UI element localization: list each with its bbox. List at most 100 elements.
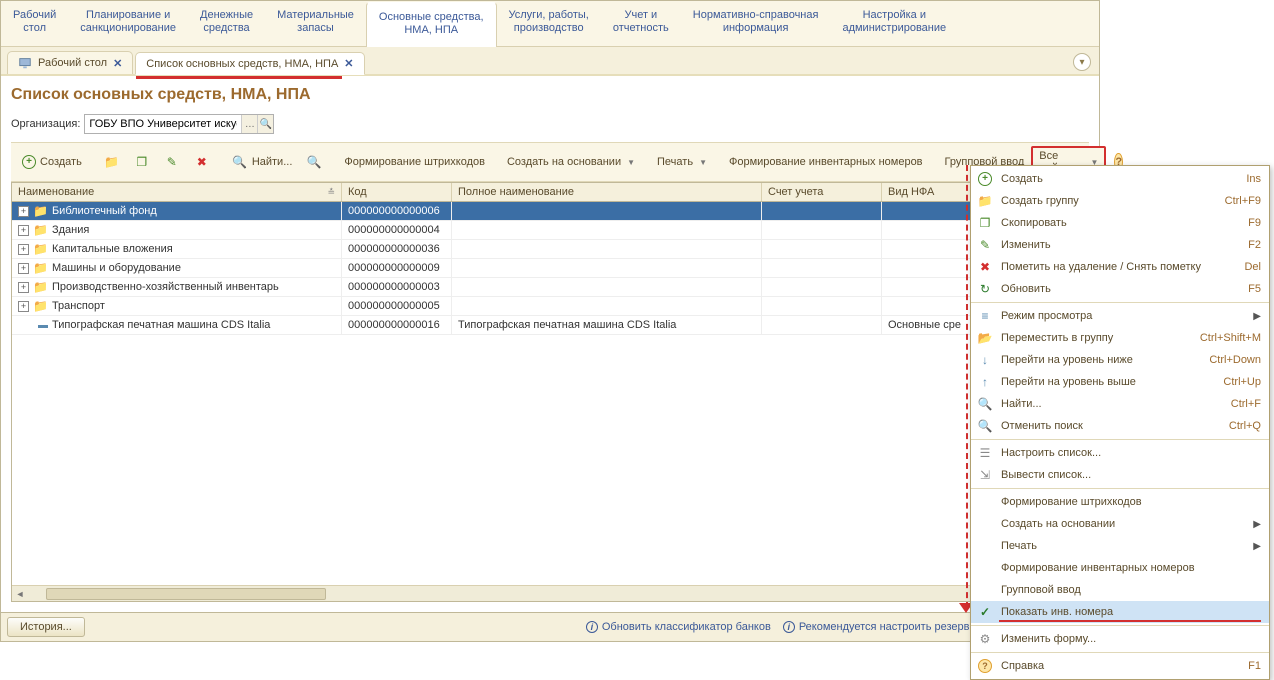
row-acct <box>762 202 882 220</box>
row-code: 000000000000003 <box>342 278 452 296</box>
sort-asc-icon: ≛ <box>327 187 335 198</box>
section-nav-item[interactable]: Планирование исанкционирование <box>68 1 188 46</box>
menu-item[interactable]: 🔍Найти...Ctrl+F <box>971 393 1269 415</box>
menu-label: Вывести список... <box>1001 469 1091 481</box>
table-row[interactable]: ▬Типографская печатная машина CDS Italia… <box>12 316 1088 335</box>
search-icon[interactable]: 🔍 <box>257 115 273 133</box>
menu-item[interactable]: Формирование штрихкодов <box>971 491 1269 513</box>
expand-toggle[interactable]: + <box>18 282 29 293</box>
expand-toggle[interactable]: + <box>18 244 29 255</box>
menu-item[interactable]: ↑Перейти на уровень вышеCtrl+Up <box>971 371 1269 393</box>
edit-button[interactable]: ✎ <box>157 150 187 174</box>
print-button[interactable]: Печать ▼ <box>650 152 714 172</box>
table-row[interactable]: +📁Библиотечный фонд000000000000006 <box>12 202 1088 221</box>
folder-icon: 📁 <box>33 261 48 275</box>
create-based-button[interactable]: Создать на основании ▼ <box>500 152 642 172</box>
table-row[interactable]: +📁Транспорт000000000000005 <box>12 297 1088 316</box>
table-row[interactable]: +📁Машины и оборудование000000000000009 <box>12 259 1088 278</box>
status-link-update-banks[interactable]: i Обновить классификатор банков <box>586 621 771 633</box>
folder-icon: 📁 <box>33 299 48 313</box>
folder-icon: 📁 <box>33 223 48 237</box>
expand-toggle[interactable]: + <box>18 263 29 274</box>
org-input[interactable] <box>85 115 241 133</box>
h-scrollbar[interactable]: ◄ ► <box>12 585 1088 601</box>
menu-item[interactable]: Групповой ввод <box>971 579 1269 601</box>
col-name[interactable]: Наименование ≛ <box>12 183 342 201</box>
menu-item[interactable]: ⚙Изменить форму... <box>971 628 1269 650</box>
org-selector[interactable]: … 🔍 <box>84 114 274 134</box>
row-acct <box>762 297 882 315</box>
menu-item[interactable]: ✖Пометить на удаление / Снять пометкуDel <box>971 256 1269 278</box>
table-row[interactable]: +📁Здания000000000000004 <box>12 221 1088 240</box>
menu-item[interactable]: ↻ОбновитьF5 <box>971 278 1269 300</box>
table-row[interactable]: +📁Капитальные вложения000000000000036 <box>12 240 1088 259</box>
down-icon: ↓ <box>977 352 993 368</box>
row-acct <box>762 221 882 239</box>
inv-numbers-button[interactable]: Формирование инвентарных номеров <box>722 152 930 172</box>
menu-item[interactable]: Печать▶ <box>971 535 1269 557</box>
menu-item[interactable]: ☰Настроить список... <box>971 442 1269 464</box>
gear-icon: ⚙ <box>977 631 993 647</box>
folder-icon: 📁 <box>33 280 48 294</box>
move-icon: 📂 <box>977 330 993 346</box>
menu-label: Показать инв. номера <box>1001 606 1113 618</box>
menu-item[interactable]: ❐СкопироватьF9 <box>971 212 1269 234</box>
panel-menu-button[interactable]: ▾ <box>1073 53 1091 71</box>
menu-item[interactable]: 📁Создать группуCtrl+F9 <box>971 190 1269 212</box>
menu-item[interactable]: Формирование инвентарных номеров <box>971 557 1269 579</box>
delete-button[interactable]: ✖ <box>187 150 217 174</box>
page-title: Список основных средств, НМА, НПА <box>11 86 1089 104</box>
menu-item[interactable]: Создать на основании▶ <box>971 513 1269 535</box>
help-icon: ? <box>977 658 993 674</box>
create-group-button[interactable]: 📁 <box>97 150 127 174</box>
tab-label: Рабочий стол <box>38 57 107 69</box>
menu-item[interactable]: 📂Переместить в группуCtrl+Shift+M <box>971 327 1269 349</box>
tab-list[interactable]: Список основных средств, НМА, НПА ✕ <box>135 52 364 75</box>
col-acct[interactable]: Счет учета <box>762 183 882 201</box>
table-row[interactable]: +📁Производственно-хозяйственный инвентар… <box>12 278 1088 297</box>
submenu-arrow-icon: ▶ <box>1253 541 1261 552</box>
section-nav-item[interactable]: Материальныезапасы <box>265 1 366 46</box>
copy-button[interactable]: ❐ <box>127 150 157 174</box>
history-button[interactable]: История... <box>7 617 85 637</box>
menu-item[interactable]: ⇲Вывести список... <box>971 464 1269 486</box>
menu-item[interactable]: ?СправкаF1 <box>971 655 1269 677</box>
close-icon[interactable]: ✕ <box>113 57 122 70</box>
section-nav: РабочийстолПланирование исанкционировани… <box>1 1 1099 47</box>
select-button[interactable]: … <box>241 115 257 133</box>
expand-toggle[interactable]: + <box>18 225 29 236</box>
row-acct <box>762 240 882 258</box>
menu-item[interactable]: ↓Перейти на уровень нижеCtrl+Down <box>971 349 1269 371</box>
section-nav-item[interactable]: Услуги, работы,производство <box>497 1 601 46</box>
menu-item[interactable]: 🔍Отменить поискCtrl+Q <box>971 415 1269 437</box>
scroll-thumb[interactable] <box>46 588 326 600</box>
find-button[interactable]: 🔍 Найти... <box>225 150 300 174</box>
blank-icon <box>977 538 993 554</box>
all-actions-menu: +СоздатьIns📁Создать группуCtrl+F9❐Скопир… <box>970 165 1270 680</box>
barcodes-button[interactable]: Формирование штрихкодов <box>337 152 492 172</box>
cancel-find-button[interactable]: 🔍 <box>299 150 329 174</box>
section-nav-item[interactable]: Основные средства,НМА, НПА <box>366 2 497 47</box>
col-full[interactable]: Полное наименование <box>452 183 762 201</box>
col-code[interactable]: Код <box>342 183 452 201</box>
row-name: Транспорт <box>52 300 105 312</box>
chevron-down-icon: ▼ <box>699 158 707 167</box>
submenu-arrow-icon: ▶ <box>1253 519 1261 530</box>
expand-toggle[interactable]: + <box>18 301 29 312</box>
section-nav-item[interactable]: Учет иотчетность <box>601 1 681 46</box>
tab-desktop[interactable]: Рабочий стол ✕ <box>7 51 133 74</box>
section-nav-item[interactable]: Денежныесредства <box>188 1 265 46</box>
menu-item[interactable]: +СоздатьIns <box>971 168 1269 190</box>
section-nav-item[interactable]: Нормативно-справочнаяинформация <box>681 1 831 46</box>
menu-item[interactable]: ✓Показать инв. номера <box>971 601 1269 623</box>
create-button[interactable]: + Создать <box>15 151 89 173</box>
scroll-left-icon[interactable]: ◄ <box>12 587 28 601</box>
menu-label: Переместить в группу <box>1001 332 1113 344</box>
menu-label: Изменить <box>1001 239 1051 251</box>
menu-item[interactable]: ≡Режим просмотра▶ <box>971 305 1269 327</box>
section-nav-item[interactable]: Рабочийстол <box>1 1 68 46</box>
section-nav-item[interactable]: Настройка иадминистрирование <box>830 1 958 46</box>
menu-item[interactable]: ✎ИзменитьF2 <box>971 234 1269 256</box>
close-icon[interactable]: ✕ <box>344 57 353 70</box>
expand-toggle[interactable]: + <box>18 206 29 217</box>
